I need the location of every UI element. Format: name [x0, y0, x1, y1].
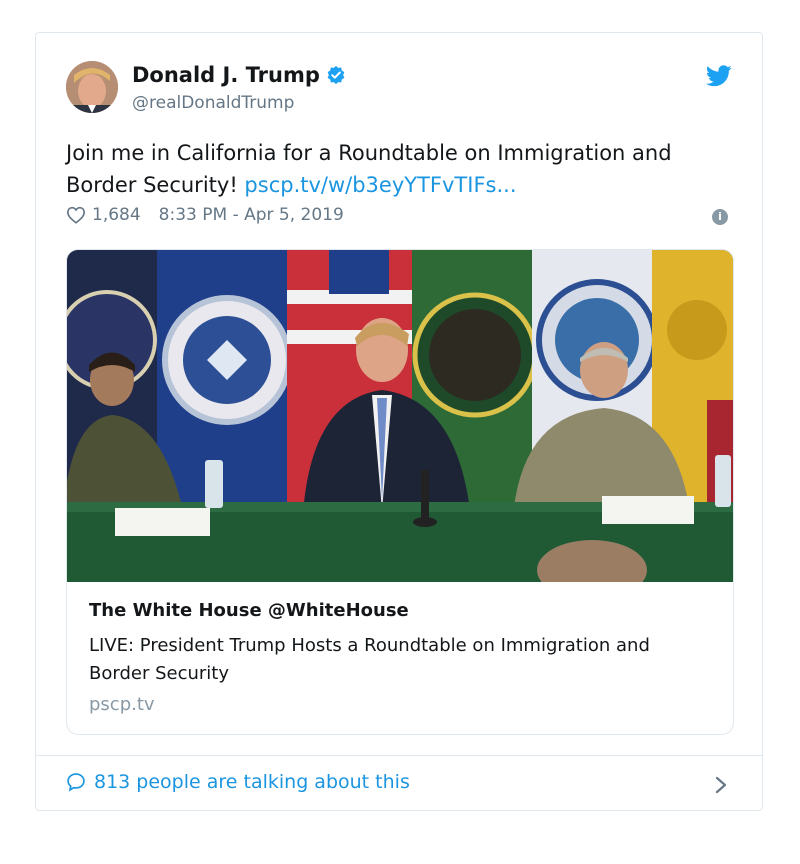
chevron-right-icon[interactable]	[714, 775, 728, 795]
like-count[interactable]: 1,684	[92, 205, 141, 225]
embedded-tweet: Donald J. Trump @realDonaldTrump Join me…	[35, 32, 763, 811]
heart-icon[interactable]	[66, 206, 86, 224]
video-thumbnail[interactable]	[67, 250, 734, 582]
speech-bubble-icon	[67, 773, 85, 792]
card-title[interactable]: The White House @WhiteHouse	[89, 600, 409, 621]
card-description[interactable]: LIVE: President Trump Hosts a Roundtable…	[89, 632, 709, 688]
conversation-count[interactable]: 813 people are talking about this	[94, 771, 410, 793]
avatar-image	[66, 61, 118, 113]
info-icon[interactable]: i	[712, 209, 728, 225]
avatar[interactable]	[66, 61, 118, 113]
card-domain[interactable]: pscp.tv	[89, 694, 155, 715]
divider	[36, 755, 762, 756]
verified-badge-icon	[327, 65, 345, 85]
timestamp[interactable]: 8:33 PM - Apr 5, 2019	[159, 205, 344, 225]
link-preview-card[interactable]: The White House @WhiteHouse LIVE: Presid…	[66, 249, 734, 735]
tweet-text: Join me in California for a Roundtable o…	[66, 137, 726, 201]
tweet-link[interactable]: pscp.tv/w/b3eyYTFvTIFs...	[244, 173, 516, 197]
author-handle[interactable]: @realDonaldTrump	[132, 93, 294, 113]
tweet-meta: 1,684 8:33 PM - Apr 5, 2019	[66, 205, 344, 225]
twitter-bird-icon[interactable]	[706, 65, 732, 87]
conversation-link[interactable]: 813 people are talking about this	[66, 771, 410, 793]
author-row: Donald J. Trump	[132, 63, 346, 87]
author-name[interactable]: Donald J. Trump	[132, 63, 320, 87]
